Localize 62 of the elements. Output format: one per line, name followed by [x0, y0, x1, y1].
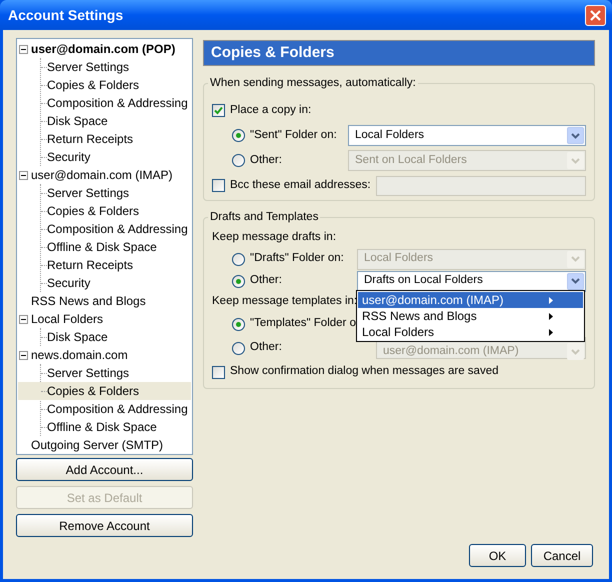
tree-item[interactable]: Copies & Folders — [47, 77, 140, 93]
tree-item[interactable]: Outgoing Server (SMTP) — [30, 437, 164, 453]
collapse-icon[interactable] — [19, 314, 28, 324]
radio-button[interactable] — [232, 274, 245, 288]
tree-item[interactable]: Composition & Addressing — [47, 95, 188, 111]
collapse-icon[interactable] — [19, 44, 28, 54]
option-label[interactable]: Place a copy in: — [230, 102, 312, 120]
tree-item[interactable]: Return Receipts — [47, 257, 134, 273]
radio-button[interactable] — [232, 252, 245, 266]
folder-dropdown[interactable]: Local Folders — [348, 125, 586, 146]
collapse-icon[interactable] — [19, 170, 28, 180]
close-icon — [590, 10, 601, 20]
option-label[interactable]: "Drafts" Folder on: — [250, 250, 344, 268]
checkbox[interactable] — [212, 366, 225, 378]
tree-item[interactable]: Copies & Folders — [47, 203, 140, 219]
menu-item[interactable]: user@domain.com (IMAP) — [358, 292, 583, 308]
menu-item[interactable]: RSS News and Blogs — [358, 308, 583, 324]
option-label[interactable]: "Templates" Folder o — [250, 315, 356, 333]
option-label[interactable]: Other: — [250, 152, 282, 170]
tree-item[interactable]: Disk Space — [47, 329, 108, 345]
tree-item[interactable]: user@domain.com (IMAP) — [30, 167, 174, 183]
collapse-icon[interactable] — [19, 350, 28, 360]
panel-header: Copies & Folders — [203, 40, 595, 66]
tree-item[interactable]: Offline & Disk Space — [47, 239, 157, 255]
radio-button[interactable] — [232, 154, 245, 167]
tree-item[interactable]: Copies & Folders — [47, 383, 140, 399]
tree-item[interactable]: Local Folders — [30, 311, 104, 327]
tree-item[interactable]: Server Settings — [47, 185, 130, 201]
tree-item[interactable]: RSS News and Blogs — [30, 293, 147, 309]
cancel-button[interactable]: Cancel — [531, 544, 593, 567]
close-button[interactable] — [585, 4, 606, 26]
option-label[interactable]: Show confirmation dialog when messages are saved — [230, 363, 498, 381]
tree-item[interactable]: Composition & Addressing — [47, 221, 188, 237]
account-button[interactable]: Remove Account — [16, 514, 193, 537]
menu-item[interactable]: Local Folders — [358, 324, 583, 340]
tree-item[interactable]: Composition & Addressing — [47, 401, 188, 417]
radio-button[interactable] — [232, 129, 245, 142]
ok-button[interactable]: OK — [469, 544, 526, 567]
checkbox[interactable] — [212, 104, 225, 117]
tree-item[interactable]: Server Settings — [47, 59, 130, 75]
option-label: Keep message templates in: — [212, 294, 358, 310]
option-label[interactable]: Bcc these email addresses: — [230, 176, 371, 194]
tree-item[interactable]: news.domain.com — [30, 347, 129, 363]
radio-button[interactable] — [232, 318, 245, 330]
tree-item[interactable]: Security — [47, 275, 90, 291]
tree-item[interactable]: Server Settings — [47, 365, 130, 381]
tree-item[interactable]: Return Receipts — [47, 131, 134, 147]
group-label: When sending messages, automatically: — [209, 76, 417, 90]
option-label[interactable]: Other: — [250, 272, 282, 290]
window-title: Account Settings — [8, 6, 124, 25]
folder-dropdown[interactable]: Drafts on Local Folders — [357, 270, 586, 292]
tree-item[interactable]: Security — [47, 149, 90, 165]
group-label: Drafts and Templates — [209, 210, 320, 224]
tree-item[interactable]: Offline & Disk Space — [47, 419, 157, 435]
radio-button[interactable] — [232, 342, 245, 354]
account-button[interactable]: Add Account... — [16, 458, 193, 481]
option-label[interactable]: Other: — [250, 339, 282, 357]
option-label[interactable]: "Sent" Folder on: — [250, 126, 337, 144]
tree-item[interactable]: Disk Space — [47, 113, 108, 129]
tree-item[interactable]: user@domain.com (POP) — [30, 41, 176, 57]
option-label: Keep message drafts in: — [212, 230, 336, 246]
checkbox[interactable] — [212, 179, 225, 192]
